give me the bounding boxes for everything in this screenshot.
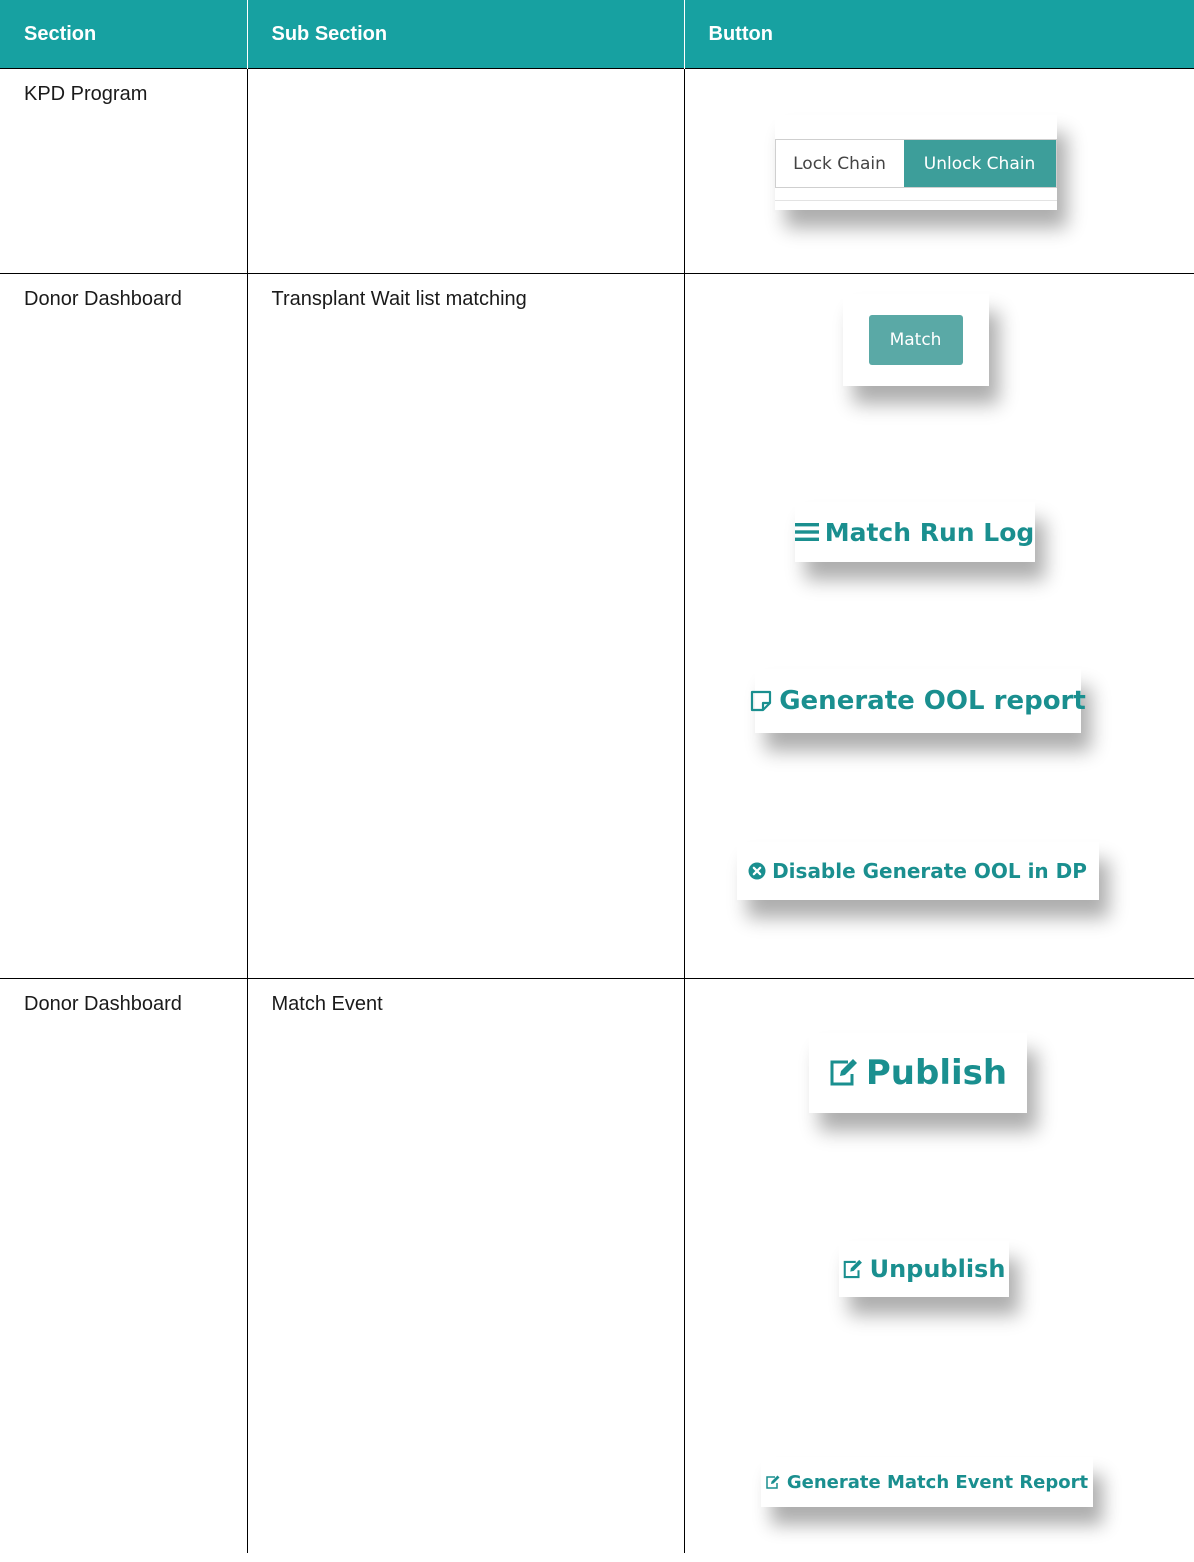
- match-screenshot: Match: [842, 294, 989, 386]
- match-button[interactable]: Match: [868, 315, 963, 365]
- disable-generate-ool-screenshot: Disable Generate OOL in DP: [736, 842, 1099, 900]
- section-cell: KPD Program: [0, 68, 248, 274]
- generate-ool-report-screenshot: Generate OOL report: [751, 669, 1086, 733]
- table-row: KPD Program Lock Chain Unlock Chain: [0, 68, 1194, 274]
- unpublish-label: Unpublish: [869, 1255, 1006, 1283]
- unlock-chain-button[interactable]: Unlock Chain: [903, 140, 1056, 187]
- unpublish-screenshot: Unpublish: [838, 1241, 1009, 1297]
- disable-generate-ool-label: Disable Generate OOL in DP: [772, 859, 1087, 883]
- sub-section-cell: Transplant Wait list matching: [246, 273, 685, 979]
- button-cell: Publish Unpublish Generate Match Event R…: [683, 978, 1194, 1553]
- sub-section-cell: [246, 68, 685, 274]
- header-section: Section: [0, 0, 248, 69]
- publish-label: Publish: [865, 1053, 1008, 1093]
- generate-ool-report-label: Generate OOL report: [779, 686, 1086, 716]
- generate-match-event-report-label: Generate Match Event Report: [786, 1471, 1089, 1493]
- divider: [774, 200, 1057, 201]
- buttons-table: Section Sub Section Button KPD Program L…: [0, 0, 1194, 1553]
- header-sub-section: Sub Section: [247, 0, 685, 69]
- chain-buttons-screenshot: Lock Chain Unlock Chain: [774, 115, 1057, 210]
- match-run-log-screenshot: Match Run Log: [794, 502, 1035, 562]
- note-icon: [749, 689, 773, 713]
- list-icon: [794, 522, 819, 542]
- edit-icon: [765, 1475, 781, 1490]
- section-cell: Donor Dashboard: [0, 978, 248, 1553]
- chain-button-group: Lock Chain Unlock Chain: [774, 139, 1057, 188]
- match-run-log-label: Match Run Log: [824, 517, 1035, 547]
- button-cell: Lock Chain Unlock Chain: [683, 68, 1194, 274]
- lock-chain-button[interactable]: Lock Chain: [775, 140, 904, 187]
- sub-section-cell: Match Event: [246, 978, 685, 1553]
- button-cell: Match Match Run Log Generate OOL report …: [683, 273, 1194, 979]
- edit-icon: [828, 1058, 860, 1088]
- times-circle-icon: [748, 862, 766, 880]
- section-cell: Donor Dashboard: [0, 273, 248, 979]
- table-row: Donor Dashboard Transplant Wait list mat…: [0, 273, 1194, 979]
- edit-icon: [842, 1259, 864, 1280]
- table-row: Donor Dashboard Match Event Publish Unpu…: [0, 978, 1194, 1553]
- generate-ool-report-button[interactable]: Generate OOL report: [749, 686, 1086, 716]
- disable-generate-ool-button[interactable]: Disable Generate OOL in DP: [748, 859, 1087, 883]
- header-button: Button: [684, 0, 1194, 69]
- publish-button[interactable]: Publish: [828, 1053, 1007, 1093]
- generate-match-event-report-button[interactable]: Generate Match Event Report: [765, 1472, 1088, 1493]
- match-run-log-button[interactable]: Match Run Log: [794, 517, 1035, 547]
- unpublish-button[interactable]: Unpublish: [842, 1255, 1006, 1283]
- generate-match-event-report-screenshot: Generate Match Event Report: [760, 1457, 1093, 1507]
- publish-screenshot: Publish: [808, 1033, 1027, 1113]
- table-header-row: Section Sub Section Button: [0, 0, 1194, 69]
